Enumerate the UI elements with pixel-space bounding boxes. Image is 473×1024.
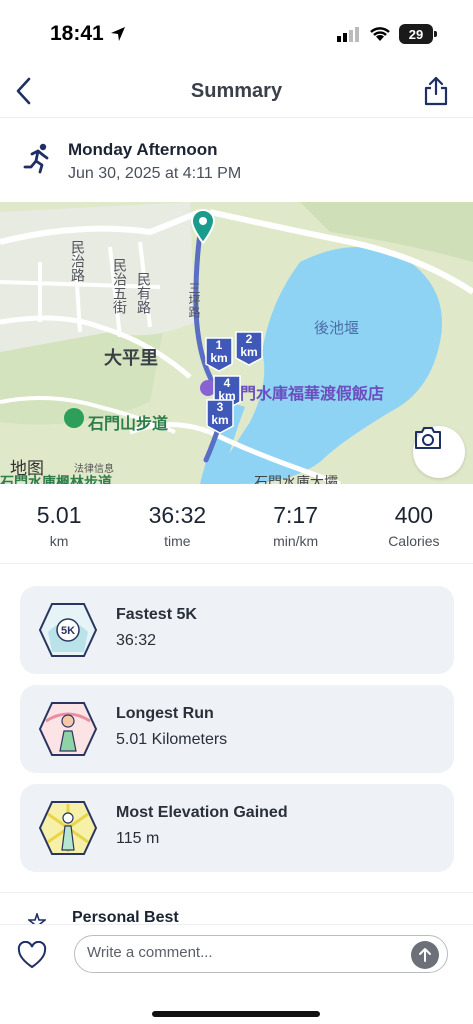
- status-icons: 29: [337, 24, 437, 44]
- share-icon[interactable]: [423, 76, 449, 106]
- map-label-road: 民有路: [136, 272, 152, 314]
- add-photo-button[interactable]: [413, 426, 465, 478]
- activity-title: Monday Afternoon: [68, 140, 218, 159]
- status-time-text: 18:41: [50, 22, 104, 45]
- map-label-poi: 門水庫福華渡假飯店: [240, 386, 385, 403]
- badge-text: 5K: [61, 625, 75, 637]
- status-bar: 18:41 29: [0, 0, 473, 70]
- comment-field[interactable]: [74, 935, 448, 973]
- km-number: 4: [223, 376, 231, 390]
- stat-value: 36:32: [148, 502, 207, 528]
- achievement-title: Most Elevation Gained: [116, 804, 288, 821]
- status-time: 18:41: [50, 22, 126, 46]
- stat-unit: km: [49, 533, 69, 549]
- achievement-title: Longest Run: [116, 705, 214, 722]
- stat-pace: 7:17 min/km: [237, 498, 355, 563]
- stat-unit: Calories: [388, 533, 440, 549]
- map-label-poi: 石門水庫大壩: [254, 474, 338, 484]
- map-label-road: 民治五街: [112, 258, 128, 314]
- home-indicator: [152, 1011, 320, 1017]
- cellular-signal-icon: [337, 27, 359, 42]
- longest-run-badge-icon: [38, 702, 98, 756]
- activity-date: Jun 30, 2025 at 4:11 PM: [68, 165, 242, 182]
- location-arrow-icon: [110, 27, 125, 41]
- stat-value: 400: [394, 502, 434, 528]
- km-number: 3: [216, 400, 224, 414]
- elevation-badge-icon: [38, 801, 98, 855]
- stat-unit: min/km: [273, 533, 319, 549]
- achievement-value: 5.01 Kilometers: [116, 731, 228, 748]
- arrow-up-icon: [419, 948, 431, 962]
- achievement-card-elevation[interactable]: Most Elevation Gained 115 m: [20, 784, 454, 872]
- km-number: 1: [215, 338, 223, 352]
- km-marker-1: 1 km: [204, 336, 234, 372]
- map-label-district: 大平里: [104, 348, 158, 368]
- finish-pin-icon: [190, 209, 216, 244]
- stat-distance: 5.01 km: [0, 498, 118, 563]
- km-marker-3: 3 km: [205, 398, 235, 434]
- km-number: 2: [245, 332, 253, 346]
- stat-value: 7:17: [273, 502, 318, 528]
- km-unit: km: [210, 351, 228, 365]
- comment-input[interactable]: [87, 944, 397, 961]
- km-marker-2: 2 km: [234, 330, 264, 366]
- stat-unit: time: [164, 533, 191, 549]
- wifi-icon: [370, 27, 390, 41]
- map-label-water: 後池堰: [314, 320, 360, 337]
- nav-bar: Summary: [0, 70, 473, 118]
- stat-calories: 400 Calories: [355, 498, 473, 563]
- camera-icon: [415, 427, 441, 449]
- comment-bar: [0, 924, 473, 1024]
- achievement-card-longest-run[interactable]: Longest Run 5.01 Kilometers: [20, 685, 454, 773]
- stat-value: 5.01: [36, 502, 82, 528]
- like-heart-icon[interactable]: [17, 941, 47, 969]
- battery-indicator: 29: [399, 24, 437, 44]
- page-title: Summary: [190, 80, 283, 102]
- achievement-card-fastest-5k[interactable]: 5K Fastest 5K 36:32: [20, 586, 454, 674]
- achievement-title: Fastest 5K: [116, 606, 197, 623]
- fastest-5k-badge-icon: 5K: [38, 603, 98, 657]
- map-label-road: 民治路: [70, 240, 86, 282]
- running-icon: [23, 143, 49, 174]
- send-comment-button[interactable]: [411, 941, 439, 969]
- battery-level: 29: [408, 26, 424, 42]
- activity-header: Monday Afternoon Jun 30, 2025 at 4:11 PM: [0, 130, 473, 200]
- map-label-poi: 石門水庫楓林步道: [0, 474, 112, 484]
- achievement-value: 115 m: [116, 830, 160, 847]
- stats-row: 5.01 km 36:32 time 7:17 min/km 400 Calor…: [0, 498, 473, 564]
- route-map[interactable]: 民治路 民治五街 民有路 三坪路 大平里 後池堰 門水庫福華渡假飯店 石門山步道…: [0, 202, 473, 484]
- map-label-poi: 石門山步道: [88, 416, 169, 433]
- map-label-road: 三坪路: [187, 282, 201, 318]
- stat-time: 36:32 time: [118, 498, 236, 563]
- achievement-value: 36:32: [116, 632, 157, 649]
- km-unit: km: [240, 345, 258, 359]
- km-unit: km: [211, 413, 229, 427]
- trail-pin-icon: [64, 408, 84, 428]
